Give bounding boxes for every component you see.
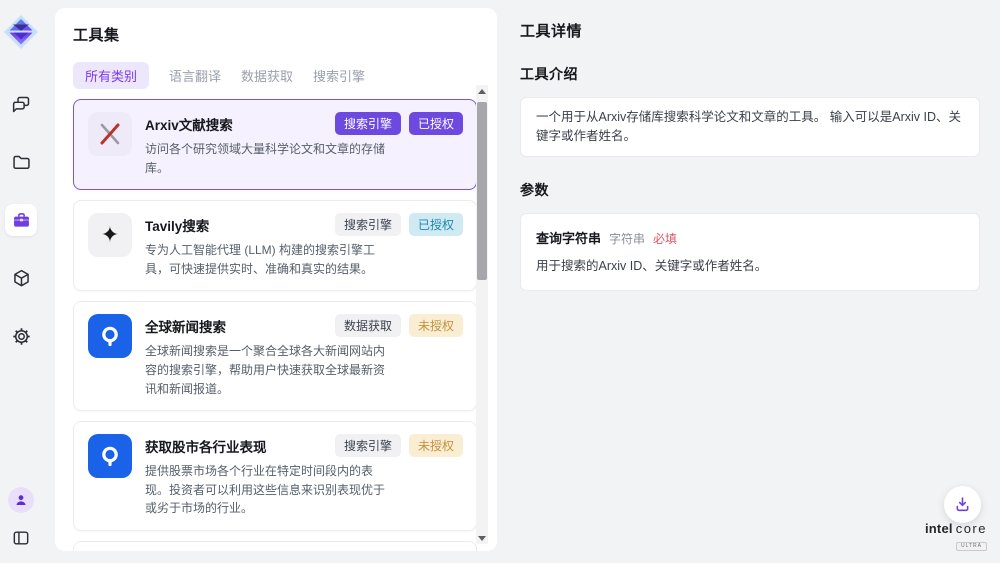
category-badge: 搜索引擎: [335, 213, 401, 236]
category-tabs: 所有类别 语言翻译 数据获取 搜索引擎: [73, 62, 497, 89]
scrollbar-down-arrow-icon[interactable]: [476, 532, 488, 544]
category-badge: 搜索引擎: [335, 434, 401, 457]
tool-description: 全球新闻搜索是一个聚合全球各大新闻网站内容的搜索引擎，帮助用户快速获取全球最新资…: [145, 342, 387, 398]
tool-card-global-news[interactable]: 全球新闻搜索 全球新闻搜索是一个聚合全球各大新闻网站内容的搜索引擎，帮助用户快速…: [73, 301, 477, 411]
rail-nav: [5, 88, 37, 352]
left-icon-rail: [0, 0, 42, 563]
juhe-search-icon: [88, 434, 132, 478]
tool-description: 提供股票市场各个行业在特定时间段内的表现。投资者可以利用这些信息来识别表现优于或…: [145, 462, 387, 518]
tool-list: Arxiv文献搜索 访问各个研究领域大量科学论文和文章的存储库。 搜索引擎 已授…: [73, 99, 477, 551]
intro-box: 一个用于从Arxiv存储库搜索科学论文和文章的工具。 输入可以是Arxiv ID…: [520, 97, 980, 157]
cube-nav-icon[interactable]: [5, 262, 37, 294]
list-scrollbar[interactable]: [476, 85, 488, 544]
category-badge: 搜索引擎: [335, 112, 401, 135]
tools-panel-title: 工具集: [73, 24, 497, 45]
intro-heading: 工具介绍: [520, 64, 980, 84]
scrollbar-thumb[interactable]: [477, 102, 487, 280]
param-box: 查询字符串 字符串 必填 用于搜索的Arxiv ID、关键字或作者姓名。: [520, 213, 980, 291]
tab-search-engine[interactable]: 搜索引擎: [313, 62, 365, 89]
tool-card-sector-performance[interactable]: 获取股市各行业表现 提供股票市场各个行业在特定时间段内的表现。投资者可以利用这些…: [73, 421, 477, 531]
rail-bottom: [0, 487, 42, 551]
tool-description: 访问各个研究领域大量科学论文和文章的存储库。: [145, 140, 387, 177]
download-button[interactable]: [944, 486, 981, 523]
scrollbar-up-arrow-icon[interactable]: [476, 85, 488, 97]
folder-nav-icon[interactable]: [5, 146, 37, 178]
brand-ultra-badge: ultra: [956, 542, 987, 551]
arxiv-icon: [88, 112, 132, 156]
param-required-label: 必填: [653, 230, 677, 247]
intel-core-logo: intelcore ultra: [925, 522, 987, 551]
tab-language-translation[interactable]: 语言翻译: [169, 62, 221, 89]
tool-details-panel: 工具详情 工具介绍 一个用于从Arxiv存储库搜索科学论文和文章的工具。 输入可…: [520, 20, 980, 291]
param-type: 字符串: [609, 230, 645, 247]
status-badge: 已授权: [409, 213, 463, 236]
tool-card-most-active-stocks[interactable]: 获取市场最活跃股票信息 提供当天交易量最高的股票列表，投资者可以利用这些信息来识…: [73, 541, 477, 551]
brand-core-text: core: [956, 521, 987, 536]
chat-nav-icon[interactable]: [5, 88, 37, 120]
tab-all-categories[interactable]: 所有类别: [73, 62, 149, 89]
tools-panel: 工具集 所有类别 语言翻译 数据获取 搜索引擎 Arxiv文献搜索 访问各个研究…: [55, 8, 497, 551]
app-logo-icon: [3, 14, 39, 50]
param-description: 用于搜索的Arxiv ID、关键字或作者姓名。: [536, 255, 964, 280]
collapse-panel-icon[interactable]: [8, 525, 34, 551]
tool-card-tavily[interactable]: ✦ Tavily搜索 专为人工智能代理 (LLM) 构建的搜索引擎工具，可快速提…: [73, 200, 477, 291]
category-badge: 数据获取: [335, 314, 401, 337]
toolbox-nav-icon[interactable]: [5, 204, 37, 236]
status-badge: 未授权: [409, 314, 463, 337]
juhe-search-icon: [88, 314, 132, 358]
tavily-star-icon: ✦: [88, 213, 132, 257]
user-avatar[interactable]: [8, 487, 34, 513]
intro-text: 一个用于从Arxiv存储库搜索科学论文和文章的工具。 输入可以是Arxiv ID…: [536, 108, 964, 146]
tab-data-fetch[interactable]: 数据获取: [241, 62, 293, 89]
settings-gear-icon[interactable]: [5, 320, 37, 352]
param-header: 查询字符串 字符串 必填: [536, 224, 964, 247]
param-name: 查询字符串: [536, 228, 601, 247]
params-heading: 参数: [520, 180, 980, 200]
download-icon: [953, 495, 972, 514]
tool-description: 专为人工智能代理 (LLM) 构建的搜索引擎工具，可快速提供实时、准确和真实的结…: [145, 241, 387, 278]
status-badge: 未授权: [409, 434, 463, 457]
tool-card-arxiv[interactable]: Arxiv文献搜索 访问各个研究领域大量科学论文和文章的存储库。 搜索引擎 已授…: [73, 99, 477, 190]
details-title: 工具详情: [520, 20, 980, 41]
status-badge: 已授权: [409, 112, 463, 135]
brand-intel-text: intel: [925, 521, 953, 536]
